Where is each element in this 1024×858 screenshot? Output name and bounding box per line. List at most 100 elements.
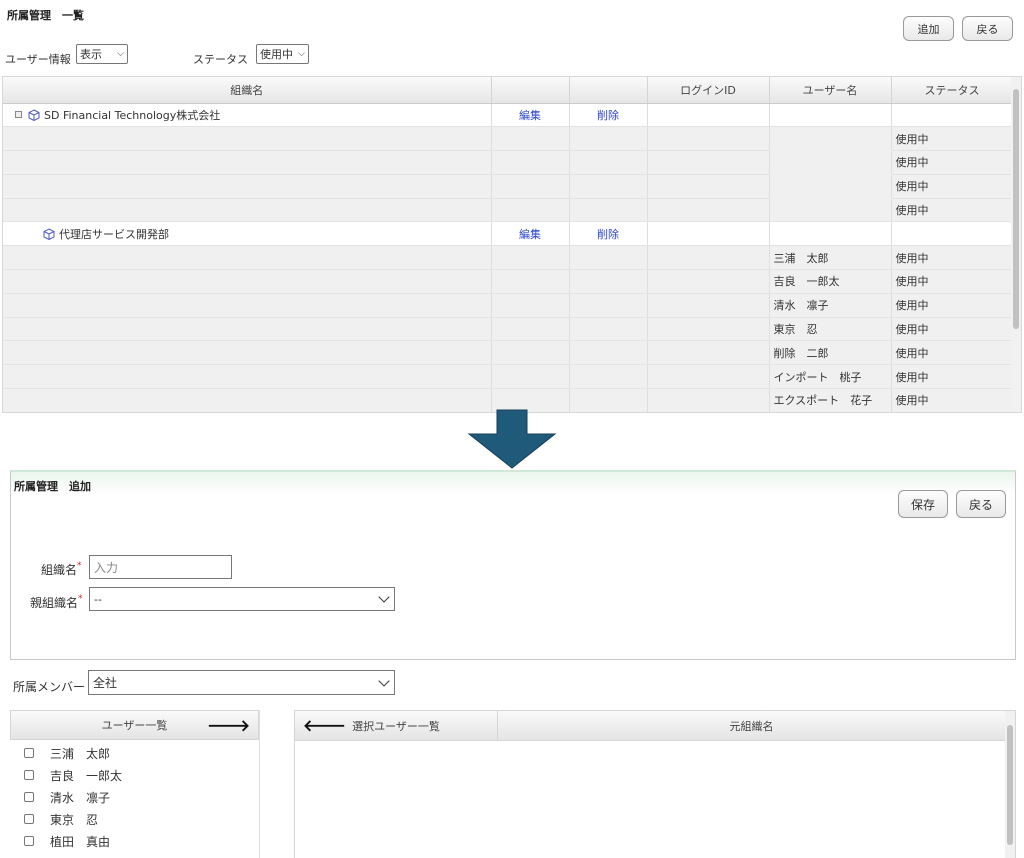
- status-cell: 使用中: [891, 245, 1014, 271]
- user-checkbox[interactable]: [24, 792, 34, 802]
- user-name: 植田 真由: [50, 834, 111, 849]
- page-title: 所属管理 追加: [14, 480, 91, 493]
- user-list-item[interactable]: 東京 忍: [10, 808, 259, 830]
- scrollbar-thumb[interactable]: [1013, 89, 1019, 329]
- origin-org-title: 元組織名: [729, 719, 774, 733]
- user-info-value: 表示: [80, 48, 102, 61]
- user-name: 三浦 太郎: [50, 746, 111, 761]
- table-row-org: 代理店サービス開発部 編集 削除: [3, 221, 1014, 247]
- parent-org-select[interactable]: --: [89, 587, 395, 611]
- col-login-id[interactable]: ログインID: [647, 77, 770, 104]
- org-name-label: 組織名*: [41, 561, 82, 577]
- page-title: 所属管理 一覧: [7, 9, 84, 22]
- table-row: 使用中: [3, 126, 1014, 152]
- user-list-title: ユーザー一覧: [101, 719, 168, 732]
- selected-users-column: 🡐 選択ユーザー一覧: [295, 711, 498, 740]
- status-cell: 使用中: [891, 340, 1014, 366]
- user-list: ユーザー一覧 🡒 三浦 太郎 吉良 一郎太 清水 凛子 東京 忍 植田 真由: [10, 710, 260, 858]
- delete-link[interactable]: 削除: [569, 103, 648, 128]
- arrow-left-icon[interactable]: 🡐: [303, 715, 346, 735]
- user-list-item[interactable]: 吉良 一郎太: [10, 764, 259, 786]
- col-user-name[interactable]: ユーザー名: [769, 77, 892, 104]
- required-mark: *: [77, 561, 82, 571]
- parent-org-value: --: [94, 592, 102, 606]
- status-cell: 使用中: [891, 198, 1014, 223]
- org-name-input[interactable]: 入力: [89, 555, 232, 579]
- login-id-cell: [647, 103, 770, 128]
- required-mark: *: [78, 594, 83, 604]
- parent-org-label: 親組織名*: [30, 594, 83, 610]
- status-cell: 使用中: [891, 174, 1014, 199]
- panel-header: [11, 472, 1015, 494]
- status-cell: 使用中: [891, 150, 1014, 175]
- table-row: 三浦 太郎 使用中: [3, 245, 1014, 271]
- status-filter-value: 使用中: [260, 48, 293, 61]
- vertical-scrollbar[interactable]: [1005, 711, 1015, 858]
- status-cell: 使用中: [891, 269, 1014, 294]
- user-name-cell: 東京 忍: [769, 317, 892, 342]
- col-delete: [569, 77, 648, 104]
- status-filter-label: ステータス: [193, 53, 248, 66]
- status-cell: 使用中: [891, 293, 1014, 318]
- delete-link[interactable]: 削除: [569, 221, 648, 247]
- selected-users-title: 選択ユーザー一覧: [352, 719, 440, 733]
- user-checkbox[interactable]: [24, 814, 34, 824]
- col-status[interactable]: ステータス: [891, 77, 1014, 104]
- member-scope-select[interactable]: 全社: [88, 670, 395, 695]
- table-row: 吉良 一郎太 使用中: [3, 269, 1014, 294]
- org-name-cell: SD Financial Technology株式会社: [3, 103, 492, 128]
- user-name-cell: 削除 二郎: [769, 340, 892, 366]
- user-info-select[interactable]: 表示 ⌵: [76, 44, 128, 64]
- col-org-name[interactable]: 組織名: [3, 77, 492, 104]
- cube-icon: [43, 228, 55, 240]
- origin-org-column: 元組織名: [498, 711, 1005, 740]
- selected-list-header: 🡐 選択ユーザー一覧 元組織名: [295, 711, 1015, 741]
- status-cell: [891, 103, 1014, 128]
- user-name-cell: 吉良 一郎太: [769, 269, 892, 294]
- status-cell: 使用中: [891, 317, 1014, 342]
- edit-link[interactable]: 編集: [491, 221, 570, 247]
- status-cell: 使用中: [891, 364, 1014, 390]
- login-id-cell: [647, 221, 770, 247]
- tree-collapse-icon[interactable]: [15, 110, 22, 118]
- user-list-item[interactable]: 植田 真由: [10, 830, 259, 852]
- table-row: インポート 桃子 使用中: [3, 364, 1014, 390]
- status-filter-select[interactable]: 使用中 ⌵: [256, 44, 309, 64]
- table-row: 使用中: [3, 174, 1014, 199]
- org-name-placeholder: 入力: [94, 560, 119, 575]
- edit-link[interactable]: 編集: [491, 103, 570, 128]
- user-name-cell: インポート 桃子: [769, 364, 892, 390]
- table-row: 使用中: [3, 150, 1014, 175]
- user-list-item[interactable]: 三浦 太郎: [10, 742, 259, 764]
- user-list-header: ユーザー一覧 🡒: [10, 710, 259, 740]
- arrow-right-icon[interactable]: 🡒: [207, 715, 250, 735]
- user-info-label: ユーザー情報: [5, 53, 71, 66]
- status-cell: 使用中: [891, 388, 1014, 412]
- org-name: SD Financial Technology株式会社: [44, 108, 221, 122]
- user-checkbox[interactable]: [24, 836, 34, 846]
- member-scope-value: 全社: [93, 676, 118, 690]
- back-button[interactable]: 戻る: [956, 490, 1006, 518]
- add-button[interactable]: 追加: [903, 16, 954, 41]
- member-label: 所属メンバー: [13, 680, 86, 694]
- save-button[interactable]: 保存: [898, 490, 948, 518]
- back-button[interactable]: 戻る: [962, 16, 1013, 41]
- user-list-item[interactable]: 清水 凛子: [10, 786, 259, 808]
- user-checkbox[interactable]: [24, 748, 34, 758]
- col-edit: [491, 77, 570, 104]
- vertical-scrollbar[interactable]: [1011, 77, 1021, 412]
- chevron-down-icon: [378, 591, 390, 603]
- table-row: 使用中: [3, 198, 1014, 223]
- user-name-cell: 清水 凛子: [769, 293, 892, 318]
- user-name-cell: 三浦 太郎: [769, 245, 892, 271]
- table-row: 東京 忍 使用中: [3, 317, 1014, 342]
- table-row: 清水 凛子 使用中: [3, 293, 1014, 318]
- table-row-org: SD Financial Technology株式会社 編集 削除: [3, 103, 1014, 128]
- user-name: 清水 凛子: [50, 790, 111, 805]
- user-name: 吉良 一郎太: [50, 768, 123, 783]
- user-checkbox[interactable]: [24, 770, 34, 780]
- scrollbar-thumb[interactable]: [1007, 725, 1013, 845]
- arrow-down-icon: [467, 409, 557, 469]
- user-name: 東京 忍: [50, 812, 99, 827]
- chevron-down-icon: ⌵: [298, 49, 305, 59]
